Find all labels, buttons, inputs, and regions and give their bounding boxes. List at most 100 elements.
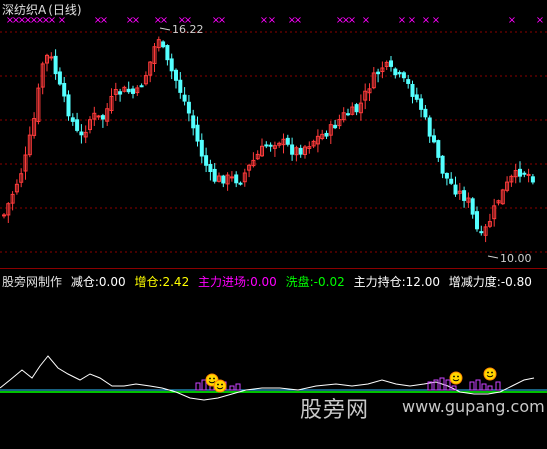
watermark-text: 股旁网 — [300, 398, 370, 423]
candle-body — [186, 101, 191, 114]
candle-body — [234, 174, 239, 184]
candle-body — [518, 168, 522, 177]
candle-body — [208, 163, 213, 173]
candle-body — [229, 176, 234, 179]
x-marker-icon: × — [268, 15, 276, 26]
candle-body — [96, 115, 101, 118]
low-arrow — [487, 255, 499, 259]
candle-body — [199, 139, 204, 157]
x-marker-icon: × — [348, 15, 356, 26]
high-arrow — [159, 27, 171, 31]
candle-body — [333, 124, 338, 129]
candle-body — [75, 119, 80, 131]
smiley-icon-face — [213, 379, 227, 393]
smiley-icon-eye — [457, 375, 459, 378]
candle-body — [62, 82, 67, 97]
candle-body — [470, 198, 475, 215]
candle-body — [57, 71, 62, 85]
smiley-icon-eye — [487, 371, 489, 374]
indicator-legend: 股旁网制作 减仓:0.00 增仓:2.42 主力进场:0.00 洗盘:-0.02… — [2, 273, 537, 290]
high-price-label: 16.22 — [172, 23, 204, 36]
period-label: (日线) — [48, 3, 82, 17]
candle-body — [444, 172, 449, 179]
candle-body — [410, 83, 415, 97]
candle-body — [268, 144, 273, 147]
candle-body — [346, 113, 350, 116]
candle-body — [397, 72, 402, 75]
candle-body — [2, 214, 6, 217]
x-marker-icon: × — [218, 15, 226, 26]
candle-body — [440, 155, 445, 174]
inflow-bar — [487, 385, 493, 391]
x-marker-icon: × — [132, 15, 140, 26]
candle-body — [195, 124, 200, 142]
candle-body — [298, 147, 303, 155]
candle-body — [182, 94, 187, 102]
candle-body — [462, 190, 467, 201]
candle-body — [449, 178, 454, 184]
candle-body — [100, 115, 105, 120]
candle-body — [264, 144, 269, 147]
candle-body — [70, 117, 75, 122]
candle-body — [212, 168, 217, 182]
candle-body — [436, 140, 441, 158]
candle-body — [522, 172, 527, 175]
smiley-icon-eye — [453, 375, 455, 378]
inflow-bar — [475, 379, 481, 391]
candle-body — [126, 88, 131, 93]
indicator-chart — [0, 355, 547, 401]
candle-body — [414, 94, 419, 100]
candle-body — [221, 175, 226, 184]
chart-title: 深纺织A (日线) — [2, 1, 84, 18]
candle-body — [475, 211, 479, 230]
x-marker-icon: × — [536, 15, 544, 26]
candle-body — [165, 45, 170, 61]
candle-body — [49, 56, 54, 59]
candle-body — [131, 88, 135, 94]
candle-body — [174, 69, 178, 81]
indicator-pane[interactable] — [0, 268, 547, 445]
legend-jiancang: 减仓:0.00 — [70, 275, 126, 289]
candle-body — [393, 68, 398, 76]
low-price-label: 10.00 — [500, 252, 532, 265]
smiley-icon — [213, 379, 227, 393]
candle-body — [191, 115, 196, 129]
inflow-bar — [195, 382, 201, 391]
candle-body — [178, 79, 183, 93]
candle-body — [161, 41, 166, 48]
candle-body — [169, 58, 174, 72]
inflow-bar — [495, 381, 501, 391]
smiley-icon-face — [449, 371, 463, 385]
inflow-bar — [445, 379, 451, 391]
candle-body — [530, 176, 535, 183]
candle-body — [479, 231, 484, 234]
candle-body — [238, 182, 243, 185]
candle-body — [290, 144, 295, 155]
inflow-bar — [229, 385, 235, 391]
candle-body — [53, 55, 58, 75]
candle-body — [354, 104, 359, 113]
legend-zhulijinchang: 主力进场:0.00 — [198, 275, 277, 289]
inflow-bar — [235, 383, 241, 391]
candle-body — [204, 155, 209, 166]
candlestick-chart: ×××××××× × ×× ×× ×× ×× ×× × × ×× ××× × × × × × × ×16.2210… — [0, 15, 547, 265]
candle-body — [401, 72, 406, 79]
candle-body — [526, 173, 531, 176]
candle-body — [406, 79, 411, 84]
watermark-url: www.gupang.com — [402, 397, 545, 416]
smiley-icon-eye — [491, 371, 493, 374]
indicator-name: 股旁网制作 — [2, 275, 63, 289]
candle-body — [419, 98, 424, 110]
smiley-icon-eye — [217, 383, 219, 386]
smiley-icon — [449, 371, 463, 385]
x-marker-icon: × — [160, 15, 168, 26]
x-marker-icon: × — [508, 15, 516, 26]
candle-body — [423, 108, 428, 118]
x-marker-icon: × — [362, 15, 370, 26]
candle-body — [432, 135, 436, 143]
candlestick-pane[interactable]: × × × × × × × × × × × × × × × × × × × × × × × × × × × × × × × × × 16.22 10… — [0, 0, 547, 268]
legend-zengcang: 增仓:2.42 — [134, 275, 190, 289]
candle-body — [79, 131, 84, 136]
candle-body — [453, 184, 458, 195]
stock-name: 深纺织A — [2, 3, 47, 17]
